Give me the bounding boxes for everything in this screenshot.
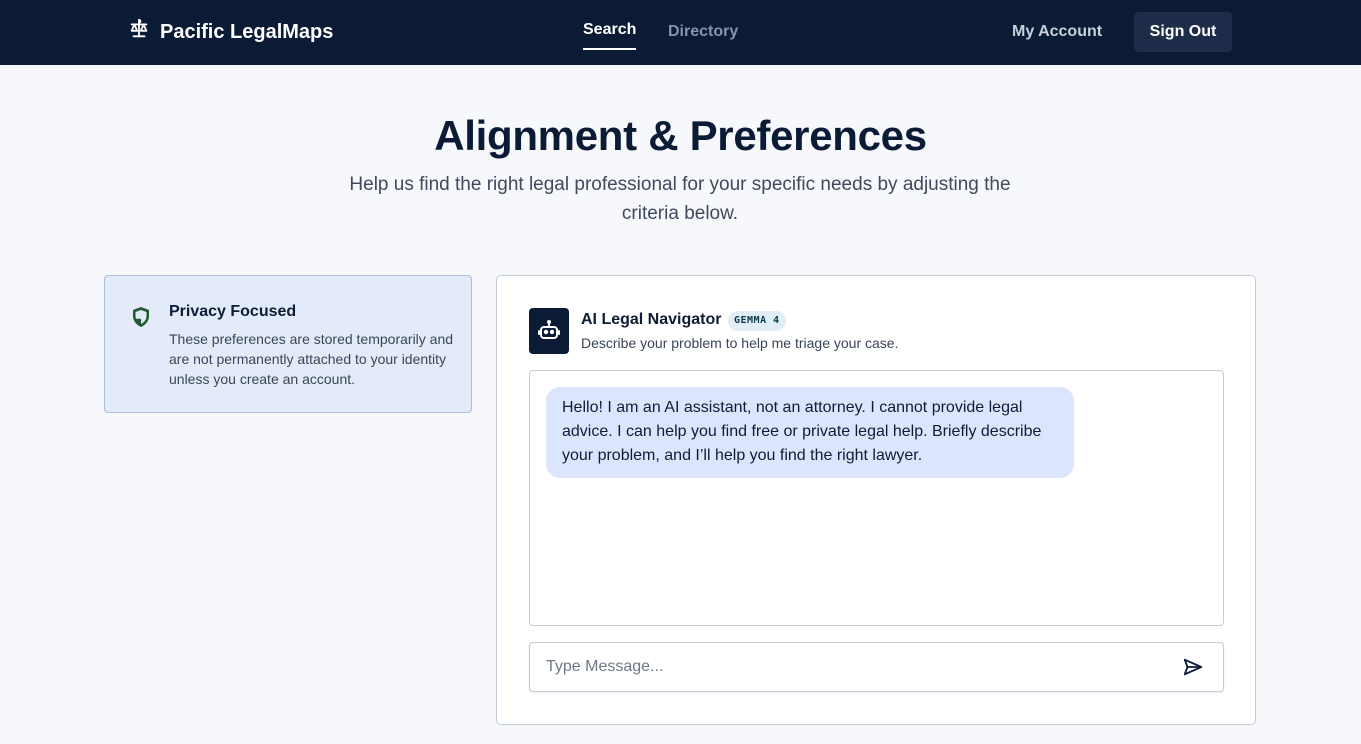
assistant-description: Describe your problem to help me triage … xyxy=(581,335,899,351)
sign-out-button[interactable]: Sign Out xyxy=(1134,12,1232,52)
page-title: Alignment & Preferences xyxy=(434,112,927,159)
privacy-notice-card: Privacy Focused These preferences are st… xyxy=(104,275,472,413)
assistant-message: Hello! I am an AI assistant, not an atto… xyxy=(546,387,1074,478)
ai-chat-panel: AI Legal Navigator GEMMA 4 Describe your… xyxy=(496,275,1256,725)
brand-logo-link[interactable]: Pacific LegalMaps xyxy=(128,18,334,46)
assistant-name: AI Legal Navigator xyxy=(581,311,722,328)
page-subtitle: Help us find the right legal professiona… xyxy=(349,174,1011,224)
model-badge: GEMMA 4 xyxy=(728,311,786,331)
privacy-description: These preferences are stored temporarily… xyxy=(169,331,454,387)
message-input[interactable] xyxy=(530,643,1170,691)
top-navbar: Pacific LegalMaps Search Directory My Ac… xyxy=(0,0,1361,65)
robot-icon xyxy=(529,308,569,354)
my-account-link[interactable]: My Account xyxy=(1012,23,1102,41)
chat-message-log[interactable]: Hello! I am an AI assistant, not an atto… xyxy=(529,370,1224,626)
send-icon xyxy=(1182,656,1204,681)
brand-name: Pacific LegalMaps xyxy=(160,20,334,43)
scales-icon xyxy=(128,18,150,46)
privacy-title: Privacy Focused xyxy=(169,303,297,320)
nav-directory-link[interactable]: Directory xyxy=(668,23,738,41)
send-button[interactable] xyxy=(1180,655,1206,681)
shield-icon xyxy=(131,306,151,328)
nav-search-link[interactable]: Search xyxy=(583,21,637,50)
message-composer xyxy=(529,642,1224,692)
